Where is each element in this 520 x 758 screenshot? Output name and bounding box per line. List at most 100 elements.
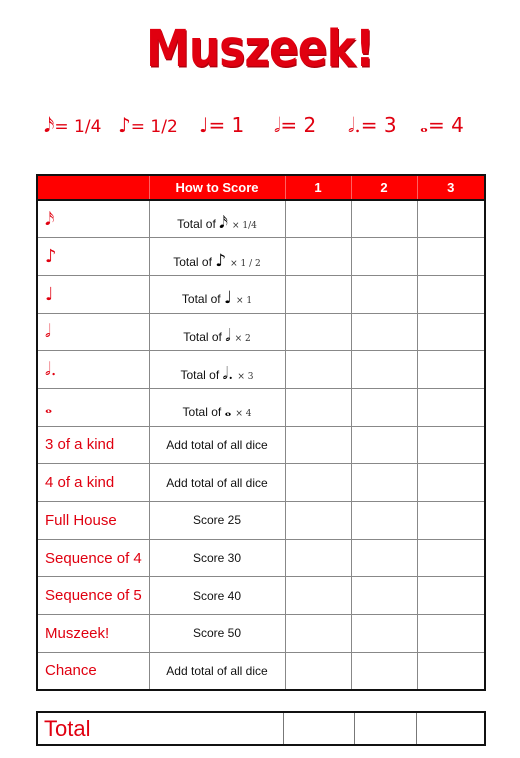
score-cell-game-1[interactable]: [284, 463, 352, 502]
score-cell-game-2[interactable]: [350, 614, 418, 653]
category-cell: 𝅝: [36, 387, 150, 427]
score-cell-game-3[interactable]: [416, 312, 486, 352]
whole-note-icon: 𝅝: [45, 396, 53, 418]
table-row: 4 of a kind Add total of all dice: [36, 463, 486, 502]
score-cell-game-2[interactable]: [350, 274, 418, 314]
quarter-note-icon: ♩: [199, 113, 209, 137]
sixteenth-note-icon: 𝅘𝅥𝅯: [45, 208, 55, 230]
score-cell-game-1[interactable]: [284, 199, 352, 239]
score-cell-game-1[interactable]: [284, 425, 352, 465]
how-prefix: Total of: [183, 329, 222, 344]
score-cell-game-2[interactable]: [350, 651, 418, 691]
score-cell-game-2[interactable]: [350, 463, 418, 502]
score-cell-game-1[interactable]: [284, 312, 352, 352]
half-note-icon: 𝅗𝅥: [225, 325, 231, 346]
how-to-score-cell: Total of ♩ × 1: [148, 274, 286, 314]
score-cell-game-3[interactable]: [416, 651, 486, 691]
table-row: Sequence of 5 Score 40: [36, 576, 486, 616]
header-game-3: 3: [416, 174, 486, 201]
total-row: Total: [36, 711, 486, 746]
score-cell-game-3[interactable]: [416, 538, 486, 578]
score-cell-game-3[interactable]: [416, 576, 486, 616]
how-to-score-cell: Score 25: [148, 501, 286, 540]
score-cell-game-3[interactable]: [416, 387, 486, 427]
score-cell-game-3[interactable]: [416, 274, 486, 314]
legend-value: = 3: [360, 113, 397, 137]
how-to-score-cell: Total of 𝅝 × 4: [148, 387, 286, 427]
quarter-note-icon: ♩: [45, 283, 54, 305]
how-to-score-cell: Add total of all dice: [148, 651, 286, 691]
score-cell-game-2[interactable]: [350, 312, 418, 352]
multiplier: × 4: [235, 409, 252, 420]
score-cell-game-3[interactable]: [416, 425, 486, 465]
score-cell-game-2[interactable]: [350, 538, 418, 578]
category-cell: 4 of a kind: [36, 463, 150, 502]
how-to-score-cell: Score 50: [148, 614, 286, 653]
score-cell-game-1[interactable]: [284, 614, 352, 653]
dotted-half-note-icon: 𝅗𝅥.: [222, 363, 234, 384]
dotted-half-note-icon: 𝅗𝅥.: [348, 113, 361, 137]
table-row: 𝅗𝅥 Total of 𝅗𝅥 × 2: [36, 312, 486, 352]
score-cell-game-1[interactable]: [284, 576, 352, 616]
score-cell-game-2[interactable]: [350, 387, 418, 427]
how-to-score-cell: Add total of all dice: [148, 463, 286, 502]
score-cell-game-1[interactable]: [284, 350, 352, 389]
score-cell-game-1[interactable]: [284, 237, 352, 276]
multiplier: × 1/4: [232, 221, 257, 232]
score-cell-game-2[interactable]: [350, 425, 418, 465]
category-label: Sequence of 5: [45, 587, 142, 605]
score-cell-game-2[interactable]: [350, 237, 418, 276]
score-table: How to Score 1 2 3 𝅘𝅥𝅯 Total of 𝅘𝅥𝅯 × 1/4 ♪…: [36, 174, 486, 691]
score-cell-game-1[interactable]: [284, 387, 352, 427]
category-cell: 𝅗𝅥.: [36, 350, 150, 389]
category-label: 3 of a kind: [45, 436, 115, 454]
sixteenth-note-icon: 𝅘𝅥𝅯: [219, 213, 228, 234]
eighth-note-icon: ♪: [45, 246, 57, 268]
legend-value: = 1: [208, 113, 245, 137]
score-cell-game-2[interactable]: [350, 199, 418, 239]
how-to-score-cell: Total of 𝅘𝅥𝅯 × 1/4: [148, 199, 286, 239]
score-cell-game-3[interactable]: [416, 501, 486, 540]
multiplier: × 3: [237, 371, 254, 382]
score-cell-game-3[interactable]: [416, 237, 486, 276]
table-row: ♩ Total of ♩ × 1: [36, 274, 486, 314]
category-label: Sequence of 4: [45, 549, 142, 567]
total-table: Total: [36, 711, 486, 746]
how-to-score-cell: Score 30: [148, 538, 286, 578]
dotted-half-note-icon: 𝅗𝅥.: [45, 359, 57, 381]
score-cell-game-3[interactable]: [416, 463, 486, 502]
page-title: Muszeek!: [146, 20, 375, 79]
category-label: Muszeek!: [45, 624, 110, 642]
multiplier: × 2: [234, 333, 251, 344]
total-score-game-2[interactable]: [353, 711, 417, 746]
score-cell-game-2[interactable]: [350, 350, 418, 389]
whole-note-icon: 𝅝: [224, 401, 232, 422]
score-cell-game-1[interactable]: [284, 651, 352, 691]
multiplier: × 1 / 2: [230, 258, 261, 269]
category-cell: 𝅗𝅥: [36, 312, 150, 352]
header-row: How to Score 1 2 3: [36, 174, 486, 201]
score-cell-game-1[interactable]: [284, 274, 352, 314]
score-cell-game-2[interactable]: [350, 576, 418, 616]
how-to-score-cell: Total of 𝅗𝅥 × 2: [148, 312, 286, 352]
whole-note-icon: 𝅝: [420, 113, 428, 137]
legend-item: 𝅗𝅥. = 3: [348, 113, 397, 137]
header-category: [36, 174, 150, 201]
legend-item: 𝅗𝅥 = 2: [274, 113, 316, 137]
score-cell-game-2[interactable]: [350, 501, 418, 540]
score-cell-game-3[interactable]: [416, 199, 486, 239]
total-label: Total: [36, 711, 284, 746]
legend-value: = 2: [280, 113, 317, 137]
score-cell-game-1[interactable]: [284, 538, 352, 578]
how-prefix: Total of: [181, 292, 221, 307]
score-cell-game-3[interactable]: [416, 350, 486, 389]
legend-value: = 1/2: [130, 117, 178, 137]
category-cell: Sequence of 4: [36, 538, 150, 578]
total-score-game-1[interactable]: [282, 711, 355, 746]
category-cell: Chance: [36, 651, 150, 691]
score-cell-game-3[interactable]: [416, 614, 486, 653]
table-row: Sequence of 4 Score 30: [36, 538, 486, 578]
total-score-game-3[interactable]: [415, 711, 486, 746]
score-cell-game-1[interactable]: [284, 501, 352, 540]
table-row: Chance Add total of all dice: [36, 651, 486, 691]
